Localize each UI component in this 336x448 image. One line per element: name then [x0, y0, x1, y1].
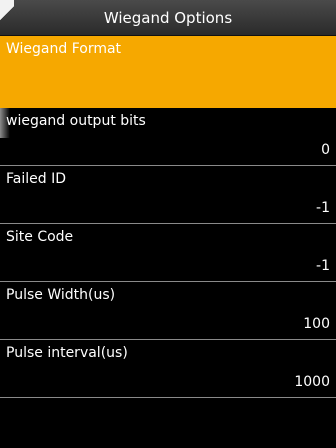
- title-corner-decoration: [0, 0, 14, 36]
- menu-item-label: Pulse interval(us): [6, 345, 128, 361]
- menu-item-site-code[interactable]: Site Code -1: [0, 224, 336, 282]
- menu-item-label: Pulse Width(us): [6, 287, 116, 303]
- menu-item-pulse-width[interactable]: Pulse Width(us) 100: [0, 282, 336, 340]
- menu-item-failed-id[interactable]: Failed ID -1: [0, 166, 336, 224]
- menu-item-wiegand-output-bits[interactable]: wiegand output bits 0: [0, 108, 336, 166]
- device-screen: Wiegand Options Wiegand Format wiegand o…: [0, 0, 336, 448]
- menu-item-label: wiegand output bits: [6, 113, 146, 129]
- page-title: Wiegand Options: [103, 9, 233, 27]
- menu-item-value: 100: [303, 316, 330, 332]
- title-bar: Wiegand Options: [0, 0, 336, 36]
- menu-item-pulse-interval[interactable]: Pulse interval(us) 1000: [0, 340, 336, 398]
- menu-item-value: -1: [316, 200, 330, 216]
- menu-item-label: Failed ID: [6, 171, 66, 187]
- menu-item-label: Wiegand Format: [6, 41, 122, 57]
- menu-item-value: 1000: [294, 374, 330, 390]
- screen-edge-glare: [0, 108, 10, 138]
- menu-item-label: Site Code: [6, 229, 74, 245]
- menu-item-value: -1: [316, 258, 330, 274]
- menu-item-wiegand-format[interactable]: Wiegand Format: [0, 36, 336, 108]
- menu-item-value: 0: [321, 142, 330, 158]
